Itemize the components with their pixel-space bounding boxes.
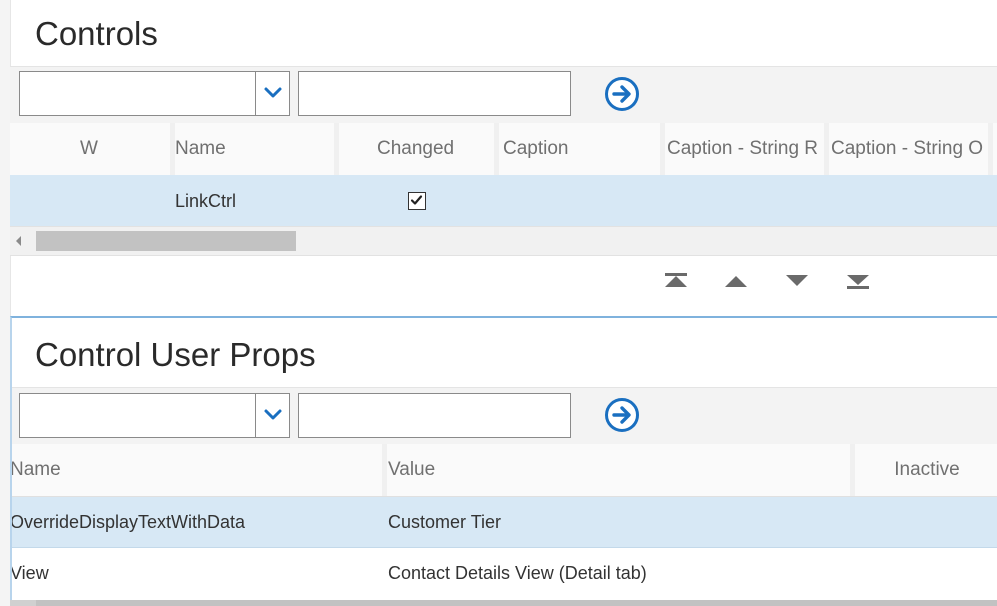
controls-grid-header: W Name Changed Caption Caption - String … — [10, 123, 997, 176]
cell-name: LinkCtrl — [175, 191, 237, 211]
column-header-w[interactable]: W — [80, 123, 170, 175]
column-header-caption-string-r[interactable]: Caption - String R — [667, 123, 824, 175]
cell-inactive — [857, 548, 997, 598]
arrow-right-circle-icon[interactable] — [604, 397, 640, 433]
move-down-icon[interactable] — [785, 271, 809, 291]
column-header-name[interactable]: Name — [175, 123, 330, 175]
column-header-caption-string-o[interactable]: Caption - String O — [831, 123, 988, 175]
column-divider — [494, 123, 499, 175]
move-up-icon[interactable] — [724, 271, 748, 291]
column-divider — [988, 123, 993, 175]
table-row[interactable]: View Contact Details View (Detail tab) — [10, 548, 997, 598]
controls-title: Controls — [35, 15, 158, 52]
checkmark-icon — [410, 195, 423, 205]
cell-caption — [503, 175, 658, 226]
props-horizontal-scrollbar[interactable] — [10, 600, 997, 606]
move-first-icon[interactable] — [664, 271, 688, 291]
control-user-props-panel: Control User Props Name Value Inactive O… — [10, 316, 997, 606]
changed-checkbox[interactable] — [408, 192, 426, 210]
controls-horizontal-scrollbar[interactable] — [10, 226, 997, 256]
column-header-value[interactable]: Value — [388, 444, 848, 496]
controls-panel: Controls W Name Changed Caption Caption … — [10, 0, 997, 316]
scrollbar-thumb[interactable] — [36, 231, 296, 251]
cell-value: Customer Tier — [388, 512, 502, 532]
column-header-name[interactable]: Name — [10, 444, 380, 496]
column-header-changed[interactable]: Changed — [377, 123, 492, 175]
cell-caption-string-o — [831, 175, 988, 226]
cell-w — [80, 175, 170, 226]
arrow-right-circle-icon[interactable] — [604, 76, 640, 112]
scrollbar-thumb[interactable] — [36, 600, 997, 606]
controls-query-input[interactable] — [298, 71, 571, 116]
column-divider — [824, 123, 829, 175]
cell-value: Contact Details View (Detail tab) — [388, 563, 647, 583]
props-grid-header: Name Value Inactive — [10, 444, 997, 497]
controls-query-toolbar — [10, 66, 997, 124]
column-header-caption[interactable]: Caption — [503, 123, 658, 175]
chevron-down-icon — [264, 87, 282, 98]
move-last-icon[interactable] — [846, 271, 870, 291]
props-field-dropdown-button[interactable] — [255, 394, 289, 437]
cell-caption-string-r — [667, 175, 824, 226]
column-header-inactive[interactable]: Inactive — [857, 444, 997, 496]
column-divider — [382, 444, 387, 496]
props-query-input[interactable] — [298, 393, 571, 438]
table-row[interactable]: OverrideDisplayTextWithData Customer Tie… — [10, 497, 997, 548]
column-divider — [660, 123, 665, 175]
chevron-down-icon — [264, 409, 282, 420]
props-field-select[interactable] — [19, 393, 290, 438]
controls-field-dropdown-button[interactable] — [255, 72, 289, 115]
column-divider — [334, 123, 339, 175]
props-query-toolbar — [10, 387, 997, 445]
scroll-left-icon[interactable] — [16, 236, 21, 246]
table-row[interactable]: LinkCtrl — [10, 175, 997, 227]
column-divider — [850, 444, 855, 496]
controls-field-select[interactable] — [19, 71, 290, 116]
control-user-props-title: Control User Props — [35, 336, 316, 373]
cell-inactive — [857, 497, 997, 547]
cell-name: View — [10, 563, 49, 583]
cell-name: OverrideDisplayTextWithData — [10, 512, 246, 532]
